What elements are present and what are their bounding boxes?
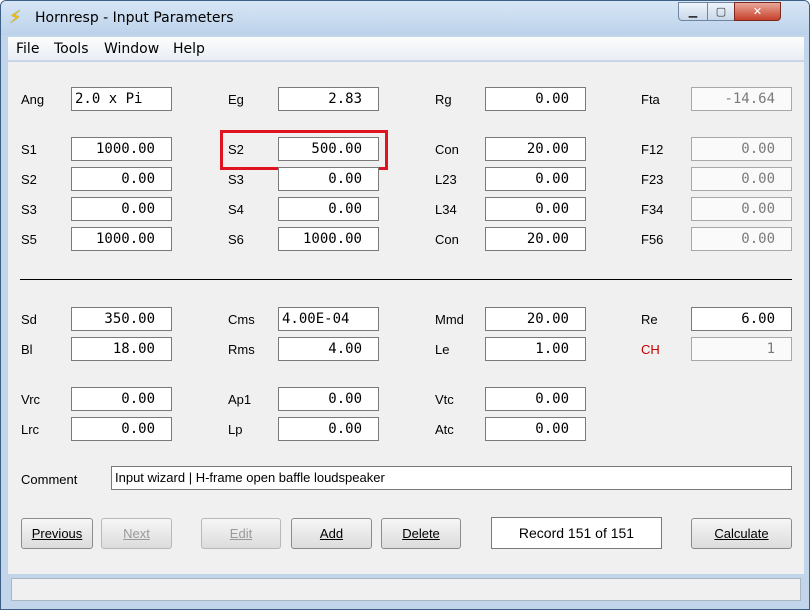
label-mmd: Mmd [435,312,464,327]
field-ap1[interactable]: 0.00 [278,387,379,411]
label-s4: S4 [228,202,244,217]
label-comment: Comment [21,472,78,487]
window-title: Hornresp - Input Parameters [35,10,234,26]
close-icon: ✕ [752,5,763,18]
field-le[interactable]: 1.00 [485,337,586,361]
label-f34: F34 [641,202,664,217]
field-l23[interactable]: 0.00 [485,167,586,191]
label-vtc: Vtc [435,392,454,407]
maximize-icon: ▢ [715,5,727,18]
field-s5[interactable]: 1000.00 [71,227,172,251]
field-sd[interactable]: 350.00 [71,307,172,331]
maximize-button[interactable]: ▢ [707,2,735,21]
label-s2: S2 [21,172,37,187]
field-lrc[interactable]: 0.00 [71,417,172,441]
label-s6: S6 [228,232,244,247]
status-bar [11,578,801,601]
field-con-1[interactable]: 20.00 [485,137,586,161]
field-fta[interactable]: -14.64 [691,87,792,111]
next-button[interactable]: Next [101,518,172,549]
label-ch[interactable]: CH [641,342,660,357]
field-s2[interactable]: 0.00 [71,167,172,191]
edit-button[interactable]: Edit [201,518,281,549]
label-s3: S3 [21,202,37,217]
delete-button[interactable]: Delete [381,518,461,549]
field-mmd[interactable]: 20.00 [485,307,586,331]
label-con-2: Con [435,232,459,247]
label-fta: Fta [641,92,660,107]
label-eg: Eg [228,92,244,107]
menu-file[interactable]: File [16,41,39,57]
field-f34[interactable]: 0.00 [691,197,792,221]
label-s5: S5 [21,232,37,247]
field-atc[interactable]: 0.00 [485,417,586,441]
minimize-button[interactable]: ▁ [678,2,708,21]
field-bl[interactable]: 18.00 [71,337,172,361]
field-rms[interactable]: 4.00 [278,337,379,361]
label-re: Re [641,312,658,327]
comment-field[interactable]: Input wizard | H-frame open baffle louds… [111,466,792,490]
field-con-2[interactable]: 20.00 [485,227,586,251]
label-f12: F12 [641,142,664,157]
main-window: ⚡ Hornresp - Input Parameters ▁ ▢ ✕ File… [0,0,810,610]
label-rg: Rg [435,92,452,107]
label-con-1: Con [435,142,459,157]
field-eg[interactable]: 2.83 [278,87,379,111]
minimize-icon: ▁ [688,5,698,18]
label-l23: L23 [435,172,457,187]
label-lrc: Lrc [21,422,40,437]
label-s3-segment2: S3 [228,172,244,187]
menu-bar: File Tools Window Help [8,37,804,61]
previous-button[interactable]: Previous [21,518,93,549]
label-sd: Sd [21,312,37,327]
input-parameters-panel: Ang 2.0 x Pi Eg 2.83 Rg 0.00 Fta -14.64 … [8,62,804,574]
label-lp: Lp [228,422,243,437]
field-cms[interactable]: 4.00E-04 [278,307,379,331]
calculate-button[interactable]: Calculate [691,518,792,549]
field-s3-segment2[interactable]: 0.00 [278,167,379,191]
label-ang: Ang [21,92,45,107]
field-s4[interactable]: 0.00 [278,197,379,221]
record-counter: Record 151 of 151 [491,517,662,549]
field-re[interactable]: 6.00 [691,307,792,331]
label-ap1: Ap1 [228,392,252,407]
highlight-box [220,130,388,170]
field-s6[interactable]: 1000.00 [278,227,379,251]
label-f23: F23 [641,172,664,187]
lightning-bolt-icon: ⚡ [9,7,22,28]
label-f56: F56 [641,232,664,247]
section-divider [20,279,792,280]
field-f12[interactable]: 0.00 [691,137,792,161]
field-ang[interactable]: 2.0 x Pi [71,87,172,111]
field-l34[interactable]: 0.00 [485,197,586,221]
field-rg[interactable]: 0.00 [485,87,586,111]
label-l34: L34 [435,202,457,217]
menu-tools[interactable]: Tools [54,41,89,57]
label-bl: Bl [21,342,33,357]
menu-help[interactable]: Help [173,41,205,57]
label-s1: S1 [21,142,37,157]
field-f23[interactable]: 0.00 [691,167,792,191]
title-bar[interactable]: ⚡ Hornresp - Input Parameters ▁ ▢ ✕ [1,1,809,35]
field-vrc[interactable]: 0.00 [71,387,172,411]
field-lp[interactable]: 0.00 [278,417,379,441]
field-s1[interactable]: 1000.00 [71,137,172,161]
label-le: Le [435,342,450,357]
add-button[interactable]: Add [291,518,372,549]
label-cms: Cms [228,312,255,327]
label-vrc: Vrc [21,392,41,407]
label-rms: Rms [228,342,255,357]
field-ch[interactable]: 1 [691,337,792,361]
menu-window[interactable]: Window [104,41,159,57]
field-s3[interactable]: 0.00 [71,197,172,221]
field-vtc[interactable]: 0.00 [485,387,586,411]
close-button[interactable]: ✕ [734,2,781,21]
field-f56[interactable]: 0.00 [691,227,792,251]
label-atc: Atc [435,422,454,437]
